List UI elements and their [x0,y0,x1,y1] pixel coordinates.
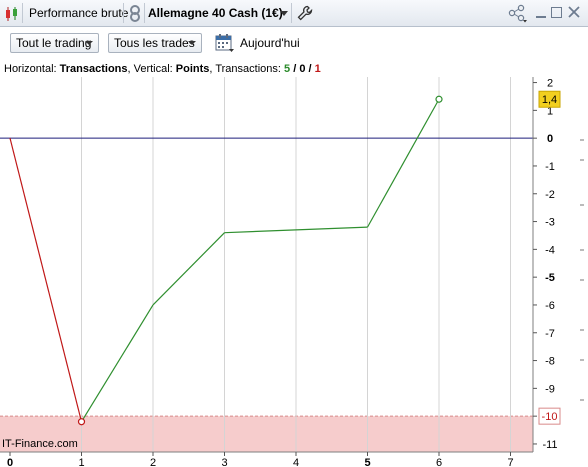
y-tick-label: 2 [547,78,553,90]
y-tick-label: -6 [545,300,555,312]
y-tick-label: 0 [547,133,553,145]
x-tick-label: 5 [364,457,370,467]
y-tick-label: -5 [545,272,555,284]
last-value-label: 1,4 [542,94,557,106]
horizontal-label: Horizontal: [4,63,60,75]
losing-count: 1 [314,63,321,75]
y-tick-label: -11 [542,439,557,451]
x-tick-label: 0 [7,457,13,467]
y-tick-label: -9 [545,383,555,395]
watermark: IT-Finance.com [2,438,78,450]
x-tick-label: 7 [507,457,513,467]
horizontal-value: Transactions [59,63,128,75]
transactions-label: , Transactions: [209,63,285,75]
drawdown-label: -10 [542,411,558,423]
plot-background [0,77,533,452]
y-tick-label: -8 [545,356,555,368]
y-tick-label: -1 [545,161,555,173]
vertical-label: , Vertical: [127,63,176,75]
data-point [435,95,443,103]
y-tick-label: -2 [545,189,555,201]
y-tick-label: -4 [545,244,555,256]
x-tick-label: 4 [293,457,299,467]
y-tick-label: -7 [545,328,555,340]
data-point [77,418,86,426]
x-tick-label: 2 [150,457,156,467]
chart-info: Horizontal: Transactions, Vertical: Poin… [0,61,588,77]
y-tick-label: -3 [545,217,555,229]
x-tick-label: 3 [221,457,227,467]
x-tick-label: 6 [436,457,442,467]
separator-slash: / [305,63,315,75]
separator-slash: / [290,63,300,75]
vertical-value: Points [175,63,210,75]
x-tick-label: 1 [78,457,84,467]
